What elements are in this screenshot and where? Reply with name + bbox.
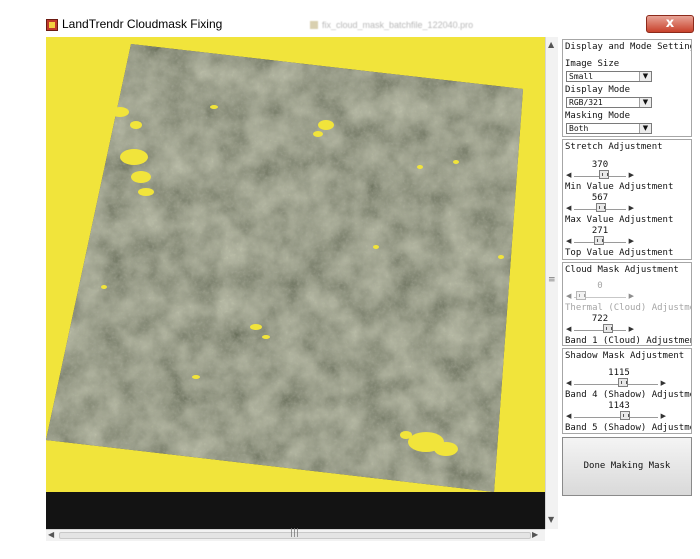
band4-shadow-slider[interactable]: ◀ ▶ [566, 378, 666, 388]
slider-thumb[interactable] [603, 324, 613, 333]
display-settings-heading: Display and Mode Settings [565, 42, 692, 52]
slider-thumb[interactable] [596, 203, 606, 212]
splitter-grip-icon[interactable]: ≡ [548, 275, 556, 285]
masking-mode-value: Both [569, 124, 589, 133]
slider-right-icon[interactable]: ▶ [629, 204, 634, 212]
max-value-slider[interactable]: ◀ ▶ [566, 203, 634, 213]
scroll-grip-icon[interactable]: ||| [290, 528, 299, 538]
chevron-down-icon[interactable]: ▼ [639, 72, 651, 81]
top-value-label: Top Value Adjustment [565, 248, 674, 258]
vertical-scrollbar[interactable]: ▲ ≡ ▼ [545, 37, 558, 529]
app-icon [46, 19, 58, 31]
image-size-value: Small [569, 72, 594, 81]
slider-track [574, 330, 626, 331]
slider-right-icon[interactable]: ▶ [629, 292, 634, 300]
slider-right-icon[interactable]: ▶ [629, 171, 634, 179]
min-value-slider[interactable]: ◀ ▶ [566, 170, 634, 180]
background-window-icon [310, 21, 318, 29]
slider-track [574, 417, 658, 418]
shadow-mask-panel: Shadow Mask Adjustment 1115 ◀ ▶ Band 4 (… [562, 348, 692, 434]
background-window-title: fix_cloud_mask_batchfile_122040.pro [322, 20, 474, 30]
min-value-label: Min Value Adjustment [565, 182, 674, 192]
slider-thumb[interactable] [599, 170, 609, 179]
slider-left-icon[interactable]: ◀ [566, 292, 571, 300]
display-mode-select[interactable]: RGB/321 ▼ [566, 97, 652, 108]
thermal-cloud-label: Thermal (Cloud) Adjustment [565, 303, 692, 313]
max-value-label: Max Value Adjustment [565, 215, 674, 225]
display-mode-label: Display Mode [565, 85, 631, 95]
image-size-label: Image Size [565, 59, 620, 69]
thermal-cloud-slider[interactable]: ◀ ▶ [566, 291, 634, 301]
display-settings-panel: Display and Mode Settings Image Size Sma… [562, 39, 692, 137]
band5-shadow-slider[interactable]: ◀ ▶ [566, 411, 666, 421]
slider-left-icon[interactable]: ◀ [566, 204, 571, 212]
slider-right-icon[interactable]: ▶ [629, 237, 634, 245]
band1-cloud-slider[interactable]: ◀ ▶ [566, 324, 634, 334]
chevron-down-icon[interactable]: ▼ [639, 124, 651, 133]
image-size-select[interactable]: Small ▼ [566, 71, 652, 82]
slider-thumb[interactable] [620, 411, 630, 420]
close-button[interactable]: x [646, 15, 694, 33]
cloud-mask-panel: Cloud Mask Adjustment 0 ◀ ▶ Thermal (Clo… [562, 262, 692, 346]
shadow-mask-heading: Shadow Mask Adjustment [565, 351, 685, 361]
slider-left-icon[interactable]: ◀ [566, 412, 571, 420]
scroll-right-icon[interactable]: ▶ [532, 530, 538, 539]
window-title: LandTrendr Cloudmask Fixing [62, 17, 223, 31]
scroll-down-icon[interactable]: ▼ [548, 515, 554, 524]
stretch-adjustment-panel: Stretch Adjustment 370 ◀ ▶ Min Value Adj… [562, 139, 692, 260]
slider-right-icon[interactable]: ▶ [629, 325, 634, 333]
band1-cloud-label: Band 1 (Cloud) Adjustment [565, 336, 692, 346]
slider-left-icon[interactable]: ◀ [566, 237, 571, 245]
display-mode-value: RGB/321 [569, 98, 603, 107]
top-value-slider[interactable]: ◀ ▶ [566, 236, 634, 246]
slider-thumb[interactable] [594, 236, 604, 245]
scroll-left-icon[interactable]: ◀ [48, 530, 54, 539]
stretch-heading: Stretch Adjustment [565, 142, 663, 152]
scroll-up-icon[interactable]: ▲ [548, 40, 554, 49]
slider-right-icon[interactable]: ▶ [661, 379, 666, 387]
slider-left-icon[interactable]: ◀ [566, 171, 571, 179]
band4-shadow-label: Band 4 (Shadow) Adjustment [565, 390, 692, 400]
slider-thumb[interactable] [576, 291, 586, 300]
done-making-mask-button[interactable]: Done Making Mask [562, 437, 692, 496]
band5-shadow-label: Band 5 (Shadow) Adjustment [565, 423, 692, 433]
satellite-image [46, 44, 523, 492]
image-canvas[interactable] [46, 37, 545, 529]
slider-track [574, 384, 658, 385]
horizontal-scrollbar[interactable]: ◀ ||| ▶ [46, 528, 545, 541]
cloud-mask-heading: Cloud Mask Adjustment [565, 265, 679, 275]
chevron-down-icon[interactable]: ▼ [639, 98, 651, 107]
slider-right-icon[interactable]: ▶ [661, 412, 666, 420]
no-data-band [46, 492, 545, 529]
masking-mode-label: Masking Mode [565, 111, 631, 121]
slider-thumb[interactable] [618, 378, 628, 387]
slider-left-icon[interactable]: ◀ [566, 379, 571, 387]
masking-mode-select[interactable]: Both ▼ [566, 123, 652, 134]
slider-left-icon[interactable]: ◀ [566, 325, 571, 333]
